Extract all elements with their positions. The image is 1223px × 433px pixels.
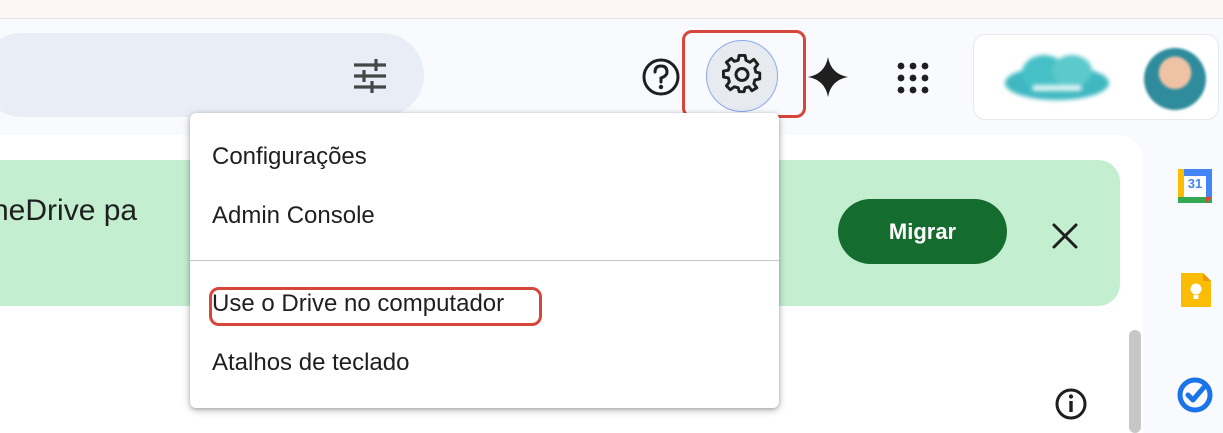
sparkle-icon[interactable] [806,55,850,99]
info-icon[interactable] [1052,385,1090,423]
browser-top-strip [0,0,1223,19]
apps-grid-icon[interactable] [893,58,933,98]
organization-logo [1002,51,1112,103]
settings-highlight-box [682,30,806,118]
menu-item-settings[interactable]: Configurações [212,143,367,171]
account-switcher[interactable] [973,34,1219,120]
tune-icon[interactable] [350,58,390,94]
drive-for-desktop-highlight-box [209,287,542,326]
menu-item-admin-console[interactable]: Admin Console [212,202,375,230]
calendar-day: 31 [1187,176,1203,191]
settings-menu: Configurações Admin Console Use o Drive … [190,113,779,408]
help-circle-icon[interactable] [640,56,682,98]
menu-divider [190,260,779,261]
avatar[interactable] [1144,48,1206,110]
menu-item-keyboard-shortcuts[interactable]: Atalhos de teclado [212,349,409,377]
migrate-button[interactable]: Migrar [838,199,1007,264]
banner-text: neDrive pa [0,194,138,227]
close-icon[interactable] [1042,214,1088,258]
scrollbar[interactable] [1129,330,1141,433]
keep-icon[interactable] [1175,270,1215,310]
tasks-icon[interactable] [1175,375,1215,415]
